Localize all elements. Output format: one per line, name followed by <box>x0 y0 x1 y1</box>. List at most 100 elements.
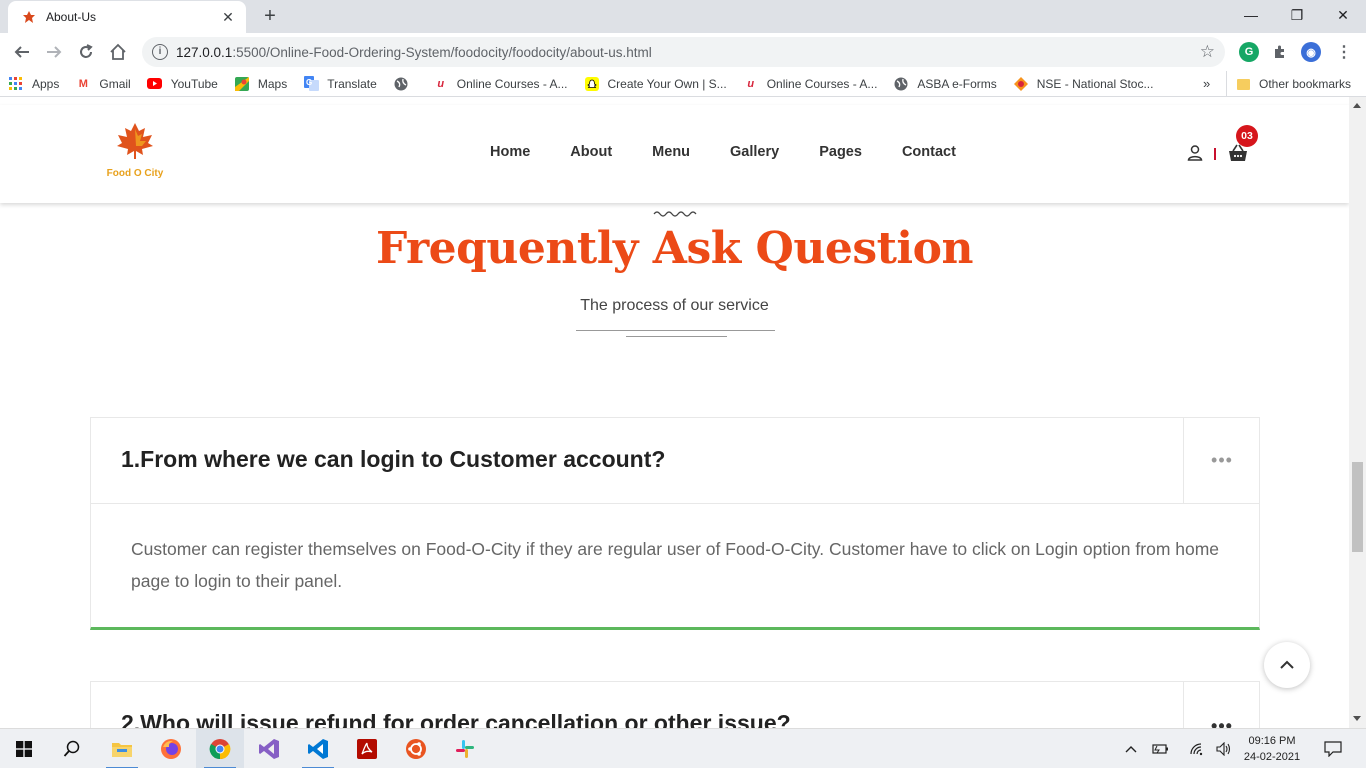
firefox-taskbar-icon[interactable] <box>147 729 195 768</box>
bookmark-star-icon[interactable]: ☆ <box>1200 42 1215 62</box>
translate-icon: G <box>303 76 319 92</box>
file-explorer-taskbar-icon[interactable] <box>98 729 146 768</box>
faq-toggle-button[interactable]: ••• <box>1183 418 1260 503</box>
browser-tab-strip: About-Us ✕ + — ❐ ✕ <box>0 0 1366 33</box>
bookmark-label: Apps <box>32 76 60 91</box>
address-bar[interactable]: i 127.0.0.1:5500/Online-Food-Ordering-Sy… <box>142 37 1225 67</box>
reload-button[interactable] <box>74 40 98 64</box>
maple-leaf-logo-icon <box>117 123 153 159</box>
ubuntu-taskbar-icon[interactable] <box>392 729 440 768</box>
other-bookmarks-label: Other bookmarks <box>1259 77 1352 91</box>
nav-pages[interactable]: Pages <box>819 144 862 160</box>
restore-button[interactable]: ❐ <box>1274 0 1320 30</box>
search-button[interactable] <box>48 729 96 768</box>
bookmark-apps[interactable]: Apps <box>8 76 59 92</box>
bookmark-label: NSE - National Stoc... <box>1036 76 1154 91</box>
bookmark-label: Create Your Own | S... <box>607 76 727 91</box>
chrome-taskbar-icon[interactable] <box>196 729 244 768</box>
clock-date: 24-02-2021 <box>1243 751 1301 763</box>
globe-icon <box>393 76 409 92</box>
bookmark-udemy-1[interactable]: u Online Courses - A... <box>433 76 567 92</box>
home-button[interactable] <box>106 40 130 64</box>
bookmark-maps[interactable]: Maps <box>234 76 287 92</box>
udemy-icon: u <box>437 77 445 90</box>
nav-home[interactable]: Home <box>490 144 530 160</box>
scroll-down-arrow-icon[interactable] <box>1353 716 1361 721</box>
nav-menu[interactable]: Menu <box>652 144 690 160</box>
site-info-icon[interactable]: i <box>152 44 168 60</box>
scroll-up-arrow-icon[interactable] <box>1353 103 1361 108</box>
forward-button[interactable] <box>42 40 66 64</box>
site-logo[interactable]: Food O City <box>100 121 170 181</box>
site-header: Food O City Home About Menu Gallery Page… <box>0 105 1349 203</box>
grammarly-extension-icon[interactable]: G <box>1239 42 1259 62</box>
faq-item-collapsed: 2.Who will issue refund for order cancel… <box>90 681 1260 728</box>
title-underline-short <box>626 336 727 337</box>
bookmarks-overflow-button[interactable]: » <box>1203 76 1210 91</box>
bookmark-label: Maps <box>257 76 288 91</box>
puzzle-icon <box>1275 45 1284 58</box>
bookmark-globe[interactable] <box>393 76 417 92</box>
network-wifi-icon[interactable] <box>1186 729 1208 768</box>
vscode-taskbar-icon[interactable] <box>294 729 342 768</box>
home-icon <box>110 43 126 60</box>
tab-title: About-Us <box>46 10 97 24</box>
show-hidden-icons-button[interactable] <box>1120 729 1142 768</box>
profile-avatar[interactable]: ◉ <box>1301 42 1321 62</box>
nav-contact[interactable]: Contact <box>902 144 956 160</box>
nav-about[interactable]: About <box>570 144 612 160</box>
start-button[interactable] <box>0 729 48 768</box>
nse-icon <box>1013 76 1029 92</box>
bookmark-snapchat[interactable]: Create Your Own | S... <box>584 76 727 92</box>
scroll-to-top-button[interactable] <box>1264 642 1310 688</box>
faq-question[interactable]: 2.Who will issue refund for order cancel… <box>121 710 791 728</box>
forward-arrow-icon <box>47 46 62 58</box>
clock-time: 09:16 PM <box>1248 735 1296 747</box>
bookmark-label: Translate <box>327 76 377 91</box>
title-underline <box>576 330 775 331</box>
slack-taskbar-icon[interactable] <box>441 729 489 768</box>
system-clock[interactable]: 09:16 PM 24-02-2021 <box>1240 733 1304 765</box>
folder-icon <box>1237 78 1250 90</box>
chevron-up-icon <box>1280 660 1294 669</box>
faq-item-expanded: 1.From where we can login to Customer ac… <box>90 417 1260 630</box>
other-bookmarks[interactable]: Other bookmarks <box>1226 71 1351 97</box>
bookmark-gmail[interactable]: M Gmail <box>75 76 131 92</box>
notification-center-button[interactable] <box>1318 729 1348 768</box>
faq-section-subtitle: The process of our service <box>580 297 769 314</box>
browser-toolbar: i 127.0.0.1:5500/Online-Food-Ordering-Sy… <box>0 33 1366 71</box>
acrobat-taskbar-icon[interactable] <box>343 729 391 768</box>
user-account-icon[interactable] <box>1186 144 1204 162</box>
new-tab-button[interactable]: + <box>258 4 282 28</box>
faq-answer: Customer can register themselves on Food… <box>131 539 1220 591</box>
faq-question[interactable]: 1.From where we can login to Customer ac… <box>121 446 665 473</box>
page-viewport: Food O City Home About Menu Gallery Page… <box>0 97 1349 728</box>
close-window-button[interactable]: ✕ <box>1320 0 1366 30</box>
faq-section-title: Frequently Ask Question <box>376 223 973 274</box>
page-scrollbar[interactable] <box>1349 97 1366 728</box>
visual-studio-taskbar-icon[interactable] <box>245 729 293 768</box>
apps-grid-icon <box>8 76 24 92</box>
battery-icon[interactable] <box>1150 729 1172 768</box>
cart-count-badge: 03 <box>1236 125 1258 147</box>
extensions-puzzle-icon[interactable] <box>1270 42 1290 62</box>
faq-toggle-button[interactable]: ••• <box>1183 682 1260 728</box>
svg-text:G: G <box>306 78 312 87</box>
bookmark-udemy-2[interactable]: u Online Courses - A... <box>743 76 877 92</box>
chrome-menu-icon[interactable]: ⋮ <box>1334 42 1354 62</box>
back-button[interactable] <box>10 40 34 64</box>
header-separator <box>1214 148 1216 160</box>
globe-icon <box>893 76 909 92</box>
bookmark-nse[interactable]: NSE - National Stoc... <box>1013 76 1154 92</box>
bookmark-youtube[interactable]: YouTube <box>147 76 218 92</box>
bookmark-asba[interactable]: ASBA e-Forms <box>893 76 997 92</box>
main-navigation: Home About Menu Gallery Pages Contact <box>490 144 996 160</box>
scrollbar-thumb[interactable] <box>1352 462 1363 552</box>
nav-gallery[interactable]: Gallery <box>730 144 779 160</box>
volume-icon[interactable] <box>1213 729 1235 768</box>
bookmark-translate[interactable]: G Translate <box>303 76 377 92</box>
logo-text: Food O City <box>106 168 164 179</box>
browser-tab[interactable]: About-Us ✕ <box>8 1 246 33</box>
tab-close-icon[interactable]: ✕ <box>220 9 236 26</box>
minimize-button[interactable]: — <box>1228 0 1274 30</box>
